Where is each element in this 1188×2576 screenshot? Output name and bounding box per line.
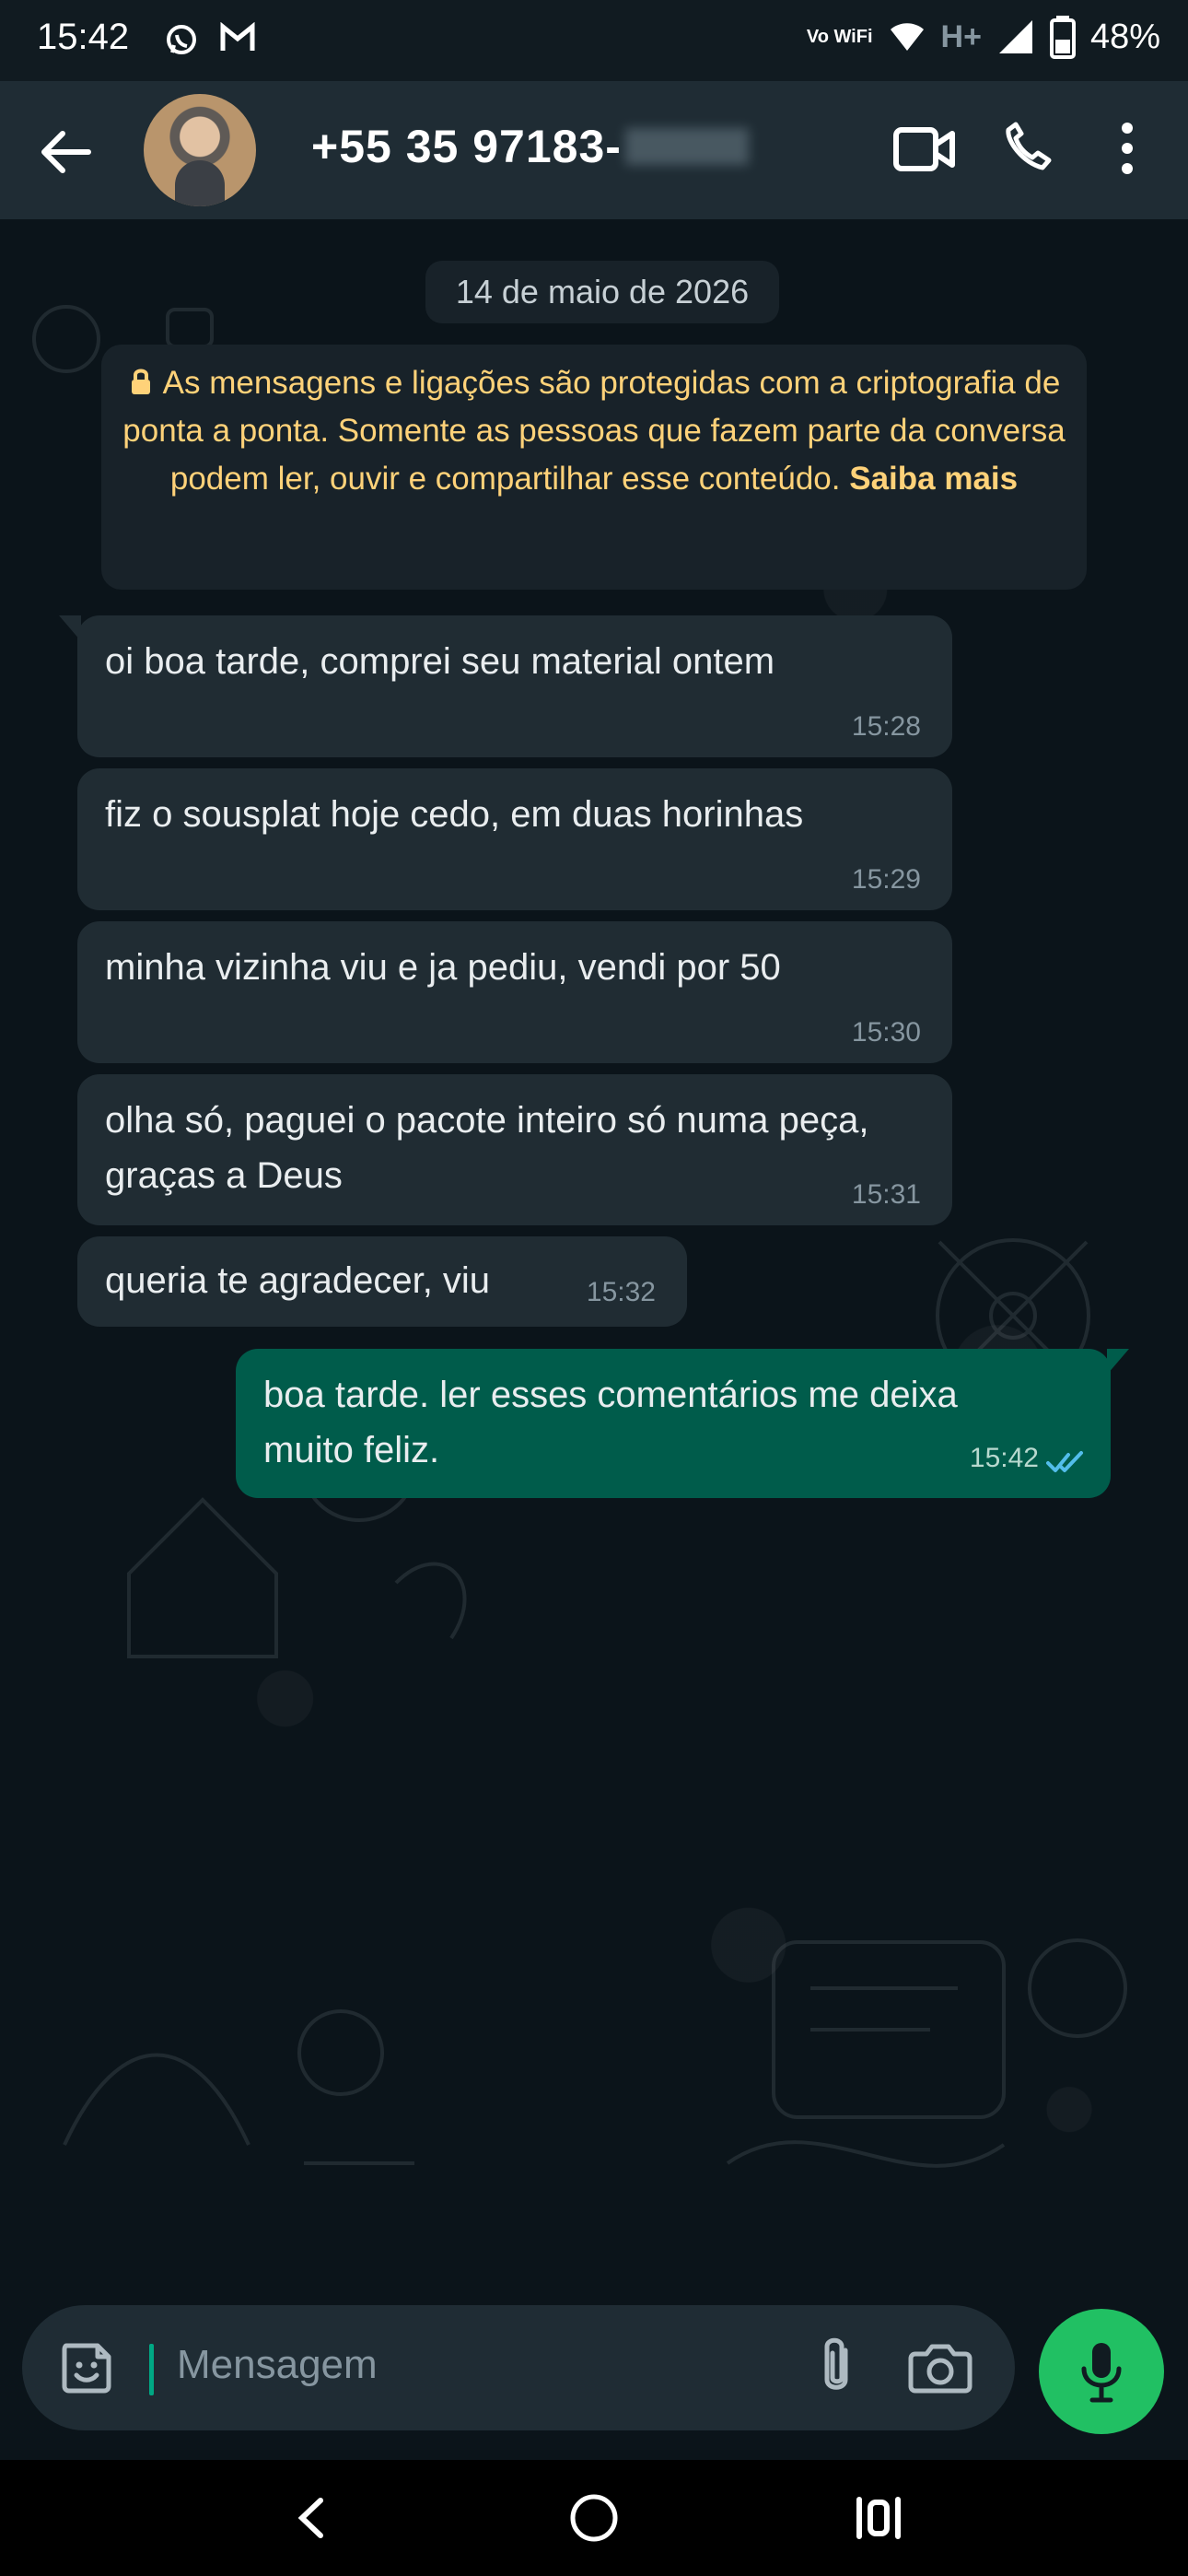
vowifi-label: Vo WiFi [806, 27, 873, 47]
encryption-notice[interactable]: As mensagens e ligações são protegidas c… [101, 345, 1087, 590]
message-time: 15:31 [851, 1179, 921, 1210]
wifi-icon [890, 23, 924, 51]
message-time: 15:32 [586, 1277, 656, 1307]
message-input[interactable]: Mensagem [177, 2342, 378, 2388]
contact-number: +55 35 97183- [311, 121, 622, 172]
system-navigation-bar [0, 2460, 1188, 2576]
chat-header: +55 35 97183- [0, 81, 1188, 219]
message-time: 15:29 [851, 864, 921, 895]
back-nav-icon[interactable] [293, 2497, 330, 2539]
date-separator: 14 de maio de 2026 [425, 261, 779, 323]
message-bubble-incoming[interactable]: oi boa tarde, comprei seu material ontem… [59, 615, 952, 757]
status-notification-icons [164, 22, 256, 57]
text-cursor [149, 2344, 154, 2395]
message-text: boa tarde. ler esses comentários me deix… [263, 1375, 958, 1470]
background-doodle [726, 1938, 1127, 2168]
blurred-number-suffix [624, 128, 749, 165]
message-bubble-incoming[interactable]: fiz o sousplat hoje cedo, em duas horinh… [77, 768, 952, 910]
message-text: oi boa tarde, comprei seu material ontem [105, 641, 775, 682]
message-text: olha só, paguei o pacote inteiro só numa… [105, 1100, 869, 1196]
voice-message-button[interactable] [1039, 2309, 1164, 2434]
message-bubble-incoming[interactable]: olha só, paguei o pacote inteiro só numa… [77, 1074, 952, 1225]
video-call-icon[interactable] [893, 126, 956, 172]
battery-percentage: 48% [1089, 17, 1160, 56]
read-receipt-icon [1046, 1451, 1083, 1472]
message-time: 15:42 [969, 1443, 1039, 1473]
message-composer[interactable]: Mensagem [22, 2305, 1015, 2430]
contact-name[interactable]: +55 35 97183- [311, 120, 749, 173]
signal-icon [998, 20, 1032, 53]
message-time: 15:30 [851, 1017, 921, 1048]
attachment-icon[interactable] [810, 2335, 862, 2401]
status-time: 15:42 [37, 17, 130, 57]
home-nav-icon[interactable] [567, 2491, 621, 2545]
camera-icon[interactable] [908, 2340, 973, 2395]
message-text: fiz o sousplat hoje cedo, em duas horinh… [105, 794, 804, 835]
message-bubble-incoming[interactable]: queria te agradecer, viu 15:32 [77, 1236, 687, 1327]
recent-apps-icon[interactable] [855, 2495, 903, 2541]
status-system-indicators: Vo WiFi H+ 48% [807, 15, 1160, 59]
back-arrow-icon[interactable] [37, 123, 96, 181]
message-bubble-incoming[interactable]: minha vizinha viu e ja pediu, vendi por … [77, 921, 952, 1063]
whatsapp-icon [167, 25, 196, 54]
lock-icon [131, 369, 150, 394]
status-bar: 15:42 Vo WiFi H+ 48% [0, 0, 1188, 81]
chat-area[interactable]: 14 de maio de 2026 As mensagens e ligaçõ… [0, 219, 1188, 2274]
mobile-data-label: H+ [940, 18, 982, 54]
background-doodle [63, 2009, 414, 2165]
message-time: 15:28 [851, 711, 921, 742]
microphone-icon [1081, 2343, 1122, 2403]
message-text: queria te agradecer, viu [105, 1260, 491, 1301]
gmail-icon [220, 22, 255, 51]
phone-call-icon[interactable] [1002, 121, 1052, 174]
saiba-mais-link[interactable]: Saiba mais [849, 461, 1018, 497]
sticker-icon[interactable] [57, 2338, 116, 2397]
more-options-icon[interactable] [1120, 121, 1135, 176]
battery-icon [1049, 16, 1076, 59]
message-text: minha vizinha viu e ja pediu, vendi por … [105, 947, 781, 988]
contact-avatar[interactable] [144, 94, 256, 206]
message-bubble-outgoing[interactable]: boa tarde. ler esses comentários me deix… [236, 1349, 1129, 1498]
